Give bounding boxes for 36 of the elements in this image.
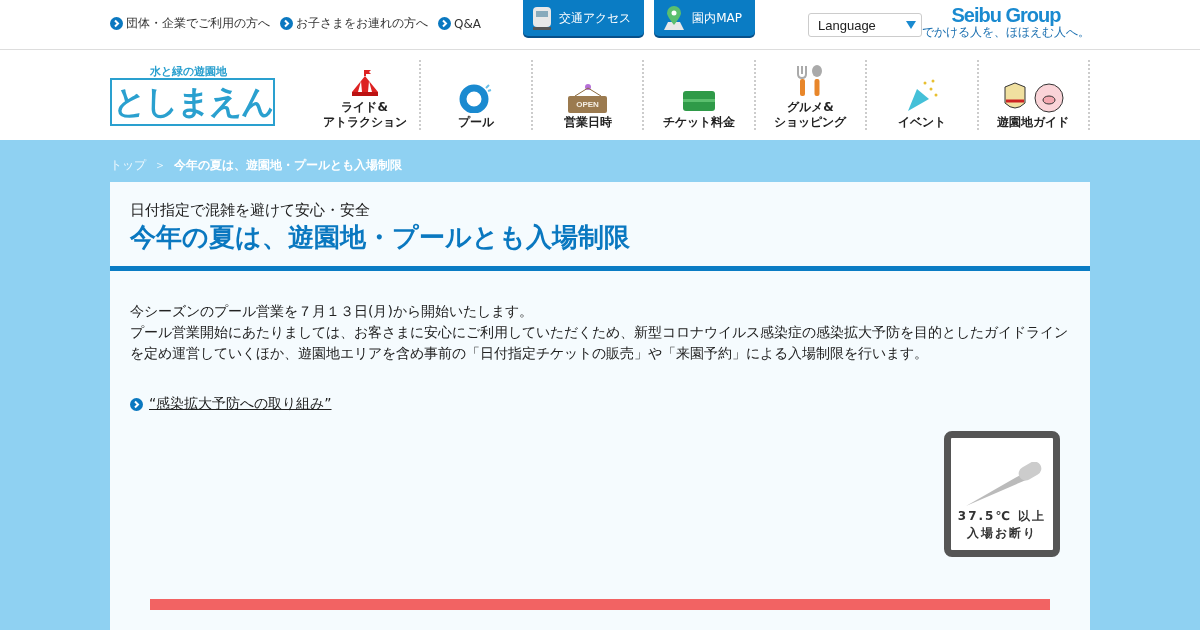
paragraph: プール営業開始にあたりましては、お客さまに安心にご利用していただくため、新型コロナウイルス感染症の感染拡大予防を目的としたガイドラインを定め運営していくほか、遊園地エリアを含め事前の「日付指定チケットの販売」や「来園予約」による入場制限を行います。	[130, 323, 1069, 363]
nav-item[interactable]: 遊園地ガイド	[978, 60, 1090, 130]
header-button[interactable]: 交通アクセス	[523, 0, 645, 36]
chevron-icon	[438, 17, 451, 30]
top-link[interactable]: お子さまをお連れの方へ	[280, 15, 428, 32]
swim-ring-icon	[459, 83, 494, 113]
chevron-icon	[280, 17, 293, 30]
logo-tagline: でかける人を、ほほえむ人へ。	[922, 25, 1090, 39]
language-select[interactable]: Language	[808, 13, 922, 37]
notice-text: 入場お断り	[967, 525, 1037, 542]
nav-item[interactable]: イベント	[867, 60, 979, 130]
article-link[interactable]: “感染拡大予防への取り組み”	[130, 395, 332, 413]
nav-item[interactable]: プール	[421, 60, 533, 130]
group-logo[interactable]: Seibu Group	[951, 5, 1061, 25]
article-title: 今年の夏は、遊園地・プールとも入場制限	[130, 221, 631, 254]
nav-item[interactable]: チケット料金	[644, 60, 756, 130]
article-subtitle: 日付指定で混雑を避けて安心・安全	[130, 201, 371, 220]
nav-item[interactable]: ライド& アトラクション	[310, 60, 422, 130]
map-pin-icon	[662, 5, 687, 31]
chevron-icon	[110, 17, 123, 30]
notice-text: 37.5℃ 以上	[957, 508, 1047, 525]
nav-item[interactable]: OPEN 営業日時	[532, 60, 645, 130]
paragraph: 今シーズンのプール営業を７月１３日(月)から開始いたします。	[130, 302, 534, 321]
train-icon	[531, 6, 554, 30]
nav-item[interactable]: グルメ& ショッピング	[755, 60, 868, 130]
breadcrumb-current: 今年の夏は、遊園地・プールとも入場制限	[174, 157, 402, 174]
logo-subtitle: 水と緑の遊園地	[149, 64, 228, 78]
top-link[interactable]: 団体・企業でご利用の方へ	[110, 15, 270, 32]
ticket-icon	[681, 89, 716, 113]
top-link[interactable]: Q&A	[438, 15, 481, 32]
hanger-icon	[572, 84, 603, 96]
caret-icon	[906, 21, 916, 29]
header-button[interactable]: 園内MAP	[654, 0, 755, 36]
tent-icon	[349, 68, 380, 98]
open-sign: OPEN	[568, 96, 607, 113]
chevron-icon	[130, 397, 143, 411]
